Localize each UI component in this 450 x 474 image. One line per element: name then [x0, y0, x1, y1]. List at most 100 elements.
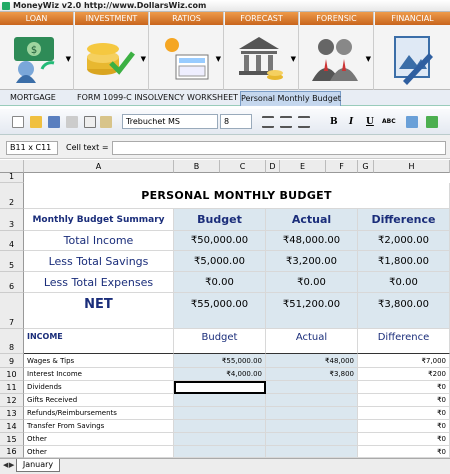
ribbon-ratios[interactable]: RATIOS ▼ [150, 12, 224, 90]
column-header-a[interactable]: A [24, 160, 174, 173]
row-header[interactable]: 10 [0, 368, 24, 381]
ribbon-investment[interactable]: INVESTMENT ▼ [75, 12, 149, 90]
income-actual[interactable] [266, 446, 358, 458]
income-budget[interactable] [174, 446, 266, 458]
income-budget[interactable] [174, 394, 266, 407]
ribbon-financial[interactable]: FINANCIAL [375, 12, 450, 90]
column-header-c[interactable]: C [220, 160, 266, 173]
ribbon-forensic[interactable]: FORENSIC ▼ [300, 12, 374, 90]
row-header[interactable]: 7 [0, 293, 24, 329]
font-size-select[interactable]: 8 [220, 114, 252, 129]
summary-actual[interactable]: ₹3,200.00 [266, 251, 358, 272]
export-icon[interactable] [426, 116, 438, 128]
column-header-b[interactable]: B [174, 160, 220, 173]
income-actual[interactable] [266, 420, 358, 433]
align-left-icon[interactable] [262, 116, 274, 128]
row-header[interactable]: 15 [0, 433, 24, 446]
chevron-down-icon[interactable]: ▼ [216, 55, 221, 63]
income-difference[interactable]: ₹0 [358, 420, 450, 433]
income-actual[interactable] [266, 394, 358, 407]
row-header[interactable]: 11 [0, 381, 24, 394]
tab-personal-monthly-budget[interactable]: Personal Monthly Budget [240, 91, 341, 106]
income-budget[interactable] [174, 407, 266, 420]
summary-budget[interactable]: ₹0.00 [174, 272, 266, 293]
underline-button[interactable]: U [366, 116, 374, 128]
row-header[interactable]: 2 [0, 183, 24, 209]
income-actual[interactable]: ₹48,000 [266, 354, 358, 368]
row-header[interactable]: 1 [0, 172, 24, 183]
income-actual[interactable]: ₹3,800 [266, 368, 358, 381]
income-budget[interactable] [174, 420, 266, 433]
summary-label: Less Total Savings [24, 251, 174, 272]
column-header-h[interactable]: H [374, 160, 450, 173]
column-header-e[interactable]: E [280, 160, 326, 173]
income-difference[interactable]: ₹0 [358, 407, 450, 420]
summary-actual[interactable]: ₹51,200.00 [266, 293, 358, 329]
income-difference[interactable]: ₹7,000 [358, 354, 450, 368]
column-header-d[interactable]: D [266, 160, 280, 173]
summary-budget[interactable]: ₹5,000.00 [174, 251, 266, 272]
column-header-f[interactable]: F [326, 160, 358, 173]
income-difference[interactable]: ₹0 [358, 381, 450, 394]
italic-button[interactable]: I [349, 116, 353, 128]
next-sheet-icon[interactable]: ▶ [9, 461, 14, 469]
row-header[interactable]: 4 [0, 231, 24, 251]
income-difference[interactable]: ₹0 [358, 433, 450, 446]
row-header[interactable]: 6 [0, 272, 24, 293]
income-difference[interactable]: ₹0 [358, 394, 450, 407]
row-header[interactable]: 9 [0, 354, 24, 368]
income-budget[interactable] [174, 433, 266, 446]
strikethrough-button[interactable]: ABC [382, 116, 396, 128]
income-label: Other [24, 433, 174, 446]
income-actual[interactable] [266, 433, 358, 446]
align-center-icon[interactable] [280, 116, 292, 128]
income-budget[interactable]: ₹55,000.00 [174, 354, 266, 368]
summary-difference[interactable]: ₹1,800.00 [358, 251, 450, 272]
summary-difference[interactable]: ₹2,000.00 [358, 231, 450, 251]
summary-header-difference: Difference [358, 209, 450, 231]
row-header[interactable]: 14 [0, 420, 24, 433]
bank-building-icon [239, 37, 283, 80]
income-difference[interactable]: ₹200 [358, 368, 450, 381]
summary-budget[interactable]: ₹50,000.00 [174, 231, 266, 251]
income-budget[interactable]: ₹4,000.00 [174, 368, 266, 381]
save-icon[interactable] [48, 116, 60, 128]
column-header-g[interactable]: G [358, 160, 374, 173]
chevron-down-icon[interactable]: ▼ [66, 55, 71, 63]
income-difference[interactable]: ₹0 [358, 446, 450, 458]
row-header[interactable]: 13 [0, 407, 24, 420]
row-header[interactable]: 3 [0, 209, 24, 231]
new-document-icon[interactable] [12, 116, 24, 128]
ribbon-forecast[interactable]: FORECAST ▼ [225, 12, 299, 90]
row-header[interactable]: 16 [0, 446, 24, 458]
prev-sheet-icon[interactable]: ◀ [3, 461, 8, 469]
row-header[interactable]: 8 [0, 329, 24, 354]
chevron-down-icon[interactable]: ▼ [141, 55, 146, 63]
paste-icon[interactable] [100, 116, 112, 128]
open-folder-icon[interactable] [30, 116, 42, 128]
summary-difference[interactable]: ₹0.00 [358, 272, 450, 293]
summary-budget[interactable]: ₹55,000.00 [174, 293, 266, 329]
row-header[interactable]: 12 [0, 394, 24, 407]
sheet-tab-january[interactable]: January [16, 459, 60, 472]
income-actual[interactable] [266, 381, 358, 394]
income-actual[interactable] [266, 407, 358, 420]
cut-icon[interactable] [66, 116, 78, 128]
summary-actual[interactable]: ₹48,000.00 [266, 231, 358, 251]
chevron-down-icon[interactable]: ▼ [366, 55, 371, 63]
bold-button[interactable]: B [330, 116, 338, 128]
tab-form-1099c[interactable]: FORM 1099-C INSOLVENCY WORKSHEET [77, 91, 238, 106]
summary-difference[interactable]: ₹3,800.00 [358, 293, 450, 329]
tab-mortgage[interactable]: MORTGAGE [10, 91, 56, 106]
align-right-icon[interactable] [298, 116, 310, 128]
selected-cell-b11[interactable] [174, 381, 266, 394]
cell-reference-box[interactable]: B11 x C11 [6, 141, 58, 155]
row-header[interactable]: 5 [0, 251, 24, 272]
summary-actual[interactable]: ₹0.00 [266, 272, 358, 293]
copy-icon[interactable] [84, 116, 96, 128]
chevron-down-icon[interactable]: ▼ [291, 55, 296, 63]
cell-text-input[interactable] [112, 141, 446, 155]
import-icon[interactable] [406, 116, 418, 128]
font-family-select[interactable]: Trebuchet MS [122, 114, 218, 129]
ribbon-loan[interactable]: LOAN $ ▼ [0, 12, 74, 90]
